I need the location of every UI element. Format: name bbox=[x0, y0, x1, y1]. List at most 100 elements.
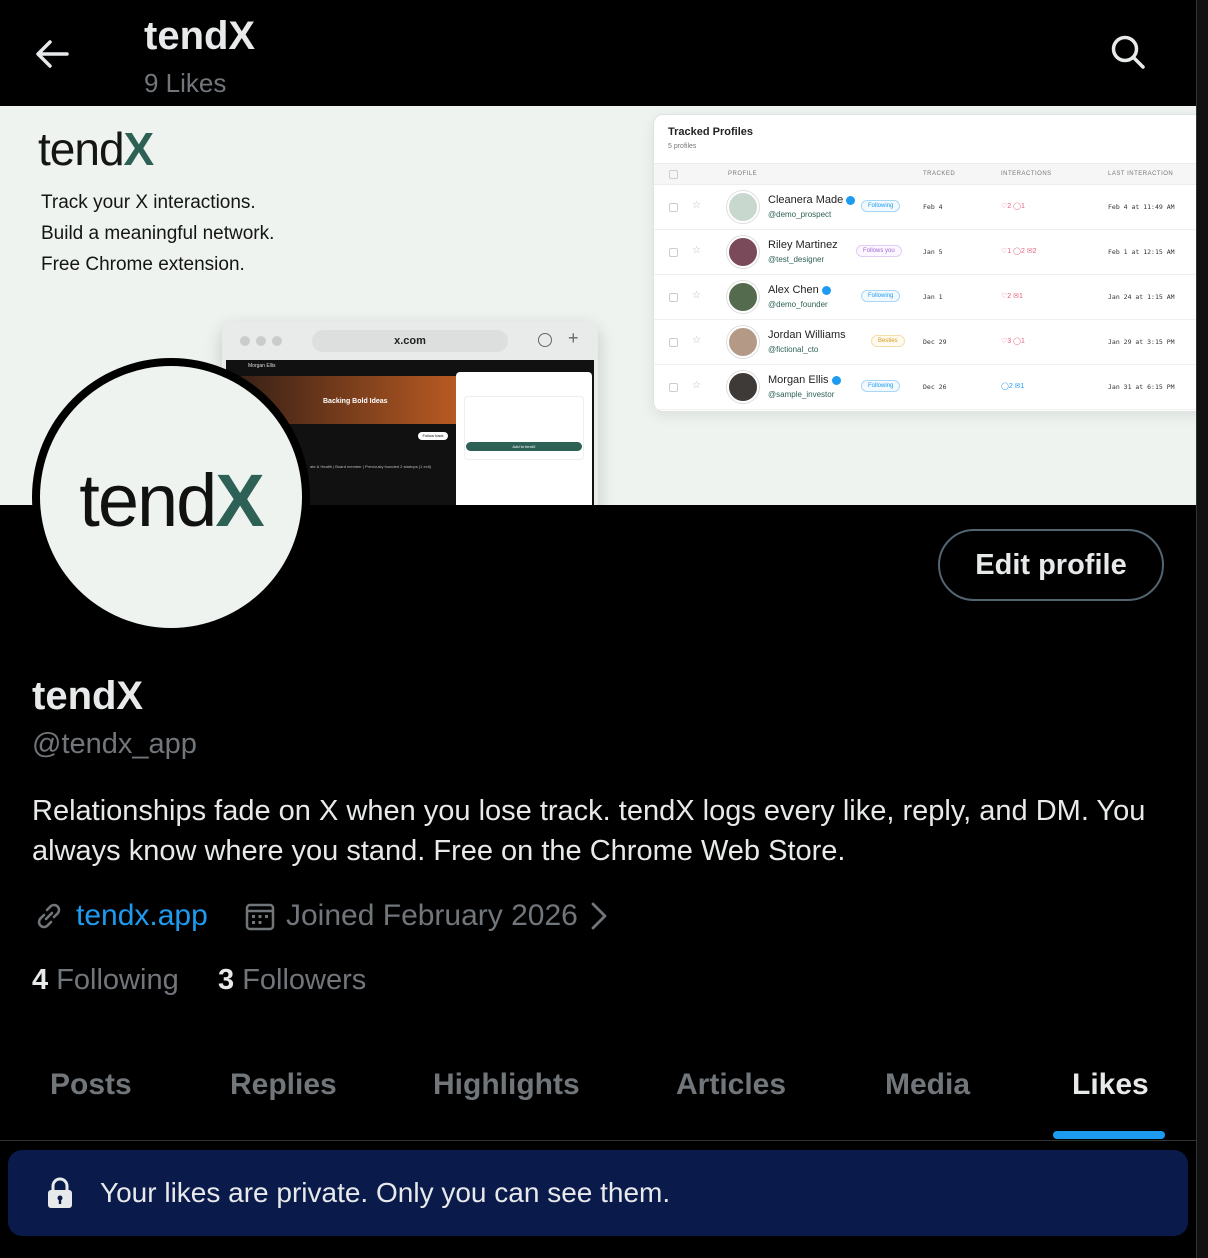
banner-tagline-3: Free Chrome extension. bbox=[41, 254, 245, 275]
row-handle: @sample_investor bbox=[768, 390, 835, 399]
calendar-icon bbox=[245, 903, 275, 931]
col-profile: PROFILE bbox=[728, 171, 758, 177]
followers-count[interactable]: 3 Followers bbox=[218, 964, 366, 997]
profile-name: tendX bbox=[32, 674, 144, 718]
tab-articles[interactable]: Articles bbox=[676, 1068, 786, 1102]
star-icon: ☆ bbox=[692, 245, 701, 256]
row-handle: @demo_founder bbox=[768, 300, 828, 309]
search-icon bbox=[1111, 35, 1145, 69]
private-likes-notice: Your likes are private. Only you can see… bbox=[8, 1150, 1188, 1236]
download-icon bbox=[538, 333, 552, 347]
notice-text: Your likes are private. Only you can see… bbox=[100, 1177, 671, 1208]
banner-tagline-2: Build a meaningful network. bbox=[41, 223, 275, 244]
checkbox bbox=[669, 293, 678, 302]
verified-icon bbox=[846, 195, 856, 205]
extension-cta: Add to tendX bbox=[466, 442, 582, 451]
tracked-profiles-card: Tracked Profiles 5 profiles PROFILE TRAC… bbox=[653, 114, 1196, 412]
row-last: Jan 29 at 3:15 PM bbox=[1108, 338, 1175, 346]
tracked-row: ☆ Riley Martinez @test_designer Follows … bbox=[654, 230, 1196, 275]
back-button[interactable] bbox=[30, 32, 74, 76]
search-button[interactable] bbox=[1106, 30, 1150, 74]
tab-media[interactable]: Media bbox=[885, 1068, 970, 1102]
checkbox bbox=[669, 383, 678, 392]
checkbox bbox=[669, 170, 678, 179]
tracked-row: ☆ Morgan Ellis @sample_investor Followin… bbox=[654, 365, 1196, 410]
verified-icon bbox=[821, 285, 831, 295]
col-last-interaction: LAST INTERACTION bbox=[1108, 171, 1174, 177]
tracked-title: Tracked Profiles bbox=[668, 126, 753, 138]
row-name: Riley Martinez bbox=[768, 239, 838, 251]
star-icon: ☆ bbox=[692, 380, 701, 391]
arrow-left-icon bbox=[36, 40, 69, 68]
checkbox bbox=[669, 203, 678, 212]
col-tracked: TRACKED bbox=[923, 171, 956, 177]
scrollbar-track[interactable] bbox=[1196, 0, 1208, 1258]
window-dot bbox=[272, 336, 282, 346]
active-tab-indicator bbox=[1053, 1131, 1165, 1139]
row-interactions: ♡2 ◯1 bbox=[1001, 203, 1025, 210]
row-interactions: ♡1 ◯2 ✉2 bbox=[1001, 248, 1037, 255]
row-badge: Following bbox=[861, 380, 901, 392]
row-tracked: Dec 26 bbox=[923, 383, 947, 391]
plus-icon: + bbox=[568, 328, 579, 348]
profile-joined[interactable]: Joined February 2026 bbox=[244, 896, 620, 936]
browser-url: x.com bbox=[312, 330, 508, 352]
tab-replies[interactable]: Replies bbox=[230, 1068, 337, 1102]
tracked-header-row: PROFILE TRACKED INTERACTIONS LAST INTERA… bbox=[654, 163, 1196, 185]
chevron-right-icon bbox=[591, 902, 607, 930]
checkbox bbox=[669, 248, 678, 257]
tracked-row: ☆ Alex Chen @demo_founder Following Jan … bbox=[654, 275, 1196, 320]
row-tracked: Jan 5 bbox=[923, 248, 943, 256]
following-count[interactable]: 4 Following bbox=[32, 964, 179, 997]
row-last: Feb 1 at 12:15 AM bbox=[1108, 248, 1175, 256]
window-dot bbox=[256, 336, 266, 346]
header-title: tendX bbox=[144, 14, 256, 58]
browser-bio: ate & Health | Board member | Previously… bbox=[310, 464, 432, 469]
browser-follow-button: Follow back bbox=[418, 432, 448, 440]
profile-avatar[interactable]: tendX bbox=[32, 358, 310, 636]
avatar bbox=[727, 236, 759, 268]
star-icon: ☆ bbox=[692, 290, 701, 301]
tracked-count: 5 profiles bbox=[668, 143, 697, 150]
avatar bbox=[727, 371, 759, 403]
row-name: Alex Chen bbox=[768, 284, 831, 296]
website-link[interactable]: tendx.app bbox=[76, 899, 208, 933]
tracked-row: ☆ Jordan Williams @fictional_cto Besties… bbox=[654, 320, 1196, 365]
verified-icon bbox=[831, 375, 841, 385]
edit-profile-button[interactable]: Edit profile bbox=[938, 529, 1164, 601]
link-icon bbox=[37, 903, 61, 929]
joined-date: Joined February 2026 bbox=[286, 899, 578, 932]
tab-posts[interactable]: Posts bbox=[50, 1068, 132, 1102]
row-handle: @test_designer bbox=[768, 255, 825, 264]
window-dot bbox=[240, 336, 250, 346]
row-badge: Following bbox=[861, 290, 901, 302]
row-last: Jan 24 at 1:15 AM bbox=[1108, 293, 1175, 301]
row-tracked: Jan 1 bbox=[923, 293, 943, 301]
row-interactions: ♡3 ◯1 bbox=[1001, 338, 1025, 345]
avatar bbox=[727, 191, 759, 223]
row-badge: Besties bbox=[871, 335, 905, 347]
banner-tagline-1: Track your X interactions. bbox=[41, 192, 256, 213]
row-tracked: Dec 29 bbox=[923, 338, 947, 346]
avatar bbox=[727, 326, 759, 358]
row-last: Jan 31 at 6:15 PM bbox=[1108, 383, 1175, 391]
extension-panel: Add to tendX bbox=[456, 372, 592, 505]
browser-profile-name: Morgan Ellis bbox=[248, 363, 276, 369]
lock-icon bbox=[48, 1177, 72, 1208]
row-badge: Follows you bbox=[856, 245, 902, 257]
row-interactions: ♡2 ✉1 bbox=[1001, 293, 1023, 300]
star-icon: ☆ bbox=[692, 335, 701, 346]
tab-likes[interactable]: Likes bbox=[1072, 1068, 1149, 1102]
tab-highlights[interactable]: Highlights bbox=[433, 1068, 580, 1102]
row-interactions: ◯2 ✉1 bbox=[1001, 383, 1025, 390]
avatar-image: tendX bbox=[40, 366, 302, 628]
banner-logo: tendX bbox=[38, 123, 154, 175]
col-interactions: INTERACTIONS bbox=[1001, 171, 1052, 177]
profile-website[interactable]: tendx.app bbox=[32, 896, 208, 936]
row-handle: @fictional_cto bbox=[768, 345, 819, 354]
avatar-logo: tendX bbox=[79, 458, 264, 542]
row-badge: Following bbox=[861, 200, 901, 212]
tracked-row: ☆ Cleanera Made @demo_prospect Following… bbox=[654, 185, 1196, 230]
profile-page: tendX 9 Likes tendX Track your X interac… bbox=[0, 0, 1196, 1258]
avatar bbox=[727, 281, 759, 313]
